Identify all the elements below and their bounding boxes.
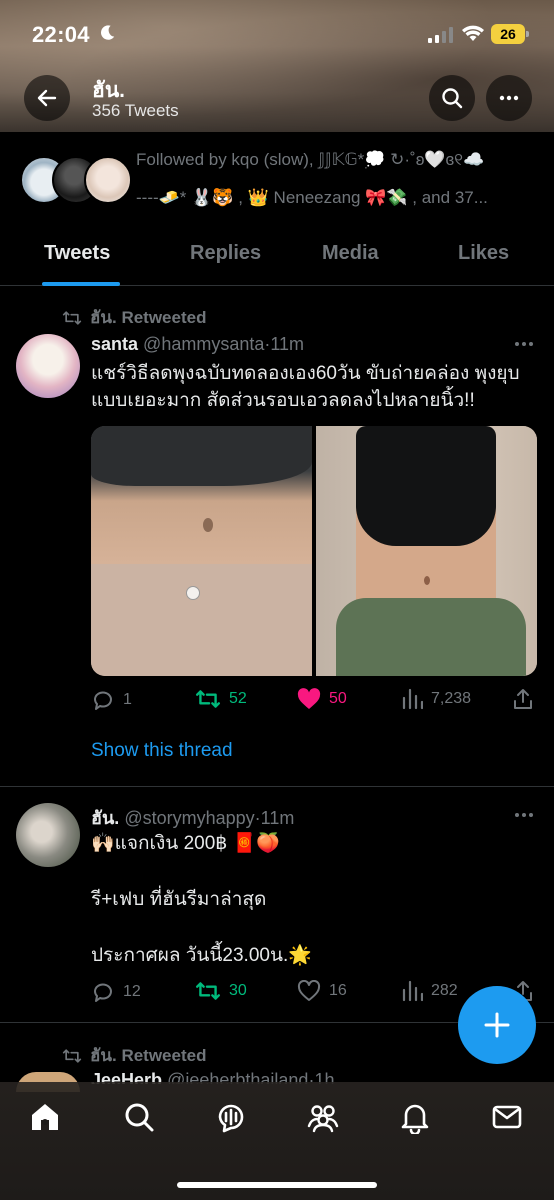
more-icon: [499, 95, 519, 101]
tweet-time: 11m: [270, 334, 305, 354]
author-handle[interactable]: @hammysanta: [143, 334, 264, 354]
wifi-icon: [462, 25, 484, 41]
views-button[interactable]: 282: [401, 980, 458, 1002]
heart-filled-icon: [297, 688, 321, 709]
retweet-button[interactable]: 52: [195, 688, 247, 710]
home-indicator: [177, 1182, 377, 1188]
views-button[interactable]: 7,238: [401, 688, 471, 710]
followed-by-text: Followed by kqo (slow), 𝕁𝕁𝕂𝔾*💭 ↻·˚ʚ🤍ɞ୧☁️: [136, 150, 485, 169]
followed-by[interactable]: Followed by kqo (slow), 𝕁𝕁𝕂𝔾*💭 ↻·˚ʚ🤍ɞ୧☁️…: [0, 132, 554, 222]
share-icon: [514, 689, 532, 709]
like-button[interactable]: 16: [297, 980, 347, 1002]
retweet-icon: [195, 690, 221, 708]
retweet-icon: [62, 1048, 82, 1063]
tab-tweets[interactable]: Tweets: [44, 242, 110, 265]
tweet-text: ประกาศผล วันนี้23.00น.🌟: [91, 945, 312, 966]
retweet-icon: [62, 310, 82, 325]
bell-icon[interactable]: [398, 1100, 432, 1134]
signal-icon: [428, 27, 453, 43]
bar-chart-icon: [402, 688, 423, 710]
tweet-text: แชร์วิธีลดพุงฉบับทดลองเอง60วัน ขับถ่ายคล…: [91, 363, 520, 411]
tab-likes[interactable]: Likes: [458, 242, 509, 265]
retweet-button[interactable]: 30: [195, 980, 247, 1002]
arrow-left-icon: [37, 89, 57, 107]
reply-button[interactable]: 1: [91, 688, 132, 712]
communities-icon[interactable]: [306, 1100, 340, 1134]
more-icon[interactable]: [514, 341, 534, 347]
reply-icon: [94, 983, 112, 1002]
tweet-time: 11m: [260, 808, 295, 828]
tweet-photo[interactable]: [91, 426, 312, 676]
tweet-text: 🙌🏻แจกเงิน 200฿ 🧧🍑: [91, 833, 280, 854]
profile-tabs: Tweets Replies Media Likes: [0, 226, 554, 286]
battery-indicator: 26: [491, 24, 529, 44]
spaces-icon[interactable]: [214, 1100, 248, 1134]
retweet-label: ฮัน. Retweeted: [62, 1042, 206, 1069]
status-bar: 22:04 26: [0, 0, 554, 70]
home-icon[interactable]: [28, 1100, 62, 1134]
like-button[interactable]: 50: [297, 688, 347, 710]
divider: [0, 786, 554, 787]
moon-icon: [101, 25, 115, 40]
tab-replies[interactable]: Replies: [190, 242, 261, 265]
search-icon[interactable]: [122, 1100, 156, 1134]
tweet-count: 356 Tweets: [92, 101, 179, 120]
retweet-label: ฮัน. Retweeted: [62, 304, 206, 331]
author-name[interactable]: ฮัน.: [91, 808, 119, 828]
share-button[interactable]: [512, 688, 534, 710]
heart-icon: [297, 980, 321, 1001]
tweet-actions: 1 52 50 7,238: [91, 688, 541, 716]
author-name[interactable]: santa: [91, 334, 138, 354]
more-button[interactable]: [486, 75, 532, 121]
active-tab-indicator: [42, 282, 120, 286]
author-handle[interactable]: @storymyhappy: [124, 808, 254, 828]
mail-icon[interactable]: [490, 1100, 524, 1134]
tweet-header: ฮัน. @storymyhappy·11m: [91, 808, 295, 828]
followed-by-text: ----🧈* 🐰🐯 , 👑 Neneezang 🎀💸 , and 37...: [136, 188, 488, 207]
show-thread-link[interactable]: Show this thread: [91, 740, 233, 762]
plus-icon: [484, 1012, 510, 1038]
search-button[interactable]: [429, 75, 475, 121]
retweet-icon: [195, 982, 221, 1000]
tweet-photo[interactable]: [316, 426, 537, 676]
back-button[interactable]: [24, 75, 70, 121]
search-icon: [442, 88, 463, 109]
bar-chart-icon: [402, 980, 423, 1002]
reply-icon: [94, 691, 112, 710]
tab-media[interactable]: Media: [322, 242, 379, 265]
tweet-media[interactable]: [91, 426, 537, 676]
reply-button[interactable]: 12: [91, 980, 141, 1004]
tweet-header: santa @hammysanta·11m: [91, 334, 305, 354]
status-time: 22:04: [32, 22, 90, 47]
compose-button[interactable]: [458, 986, 536, 1064]
more-icon[interactable]: [514, 812, 534, 818]
tweet-text: รี+เฟบ ที่ฮันรีมาล่าสุด: [91, 889, 267, 910]
avatar[interactable]: [16, 334, 80, 398]
avatar: [84, 156, 132, 204]
avatar[interactable]: [16, 803, 80, 867]
follower-avatars: [20, 156, 132, 206]
